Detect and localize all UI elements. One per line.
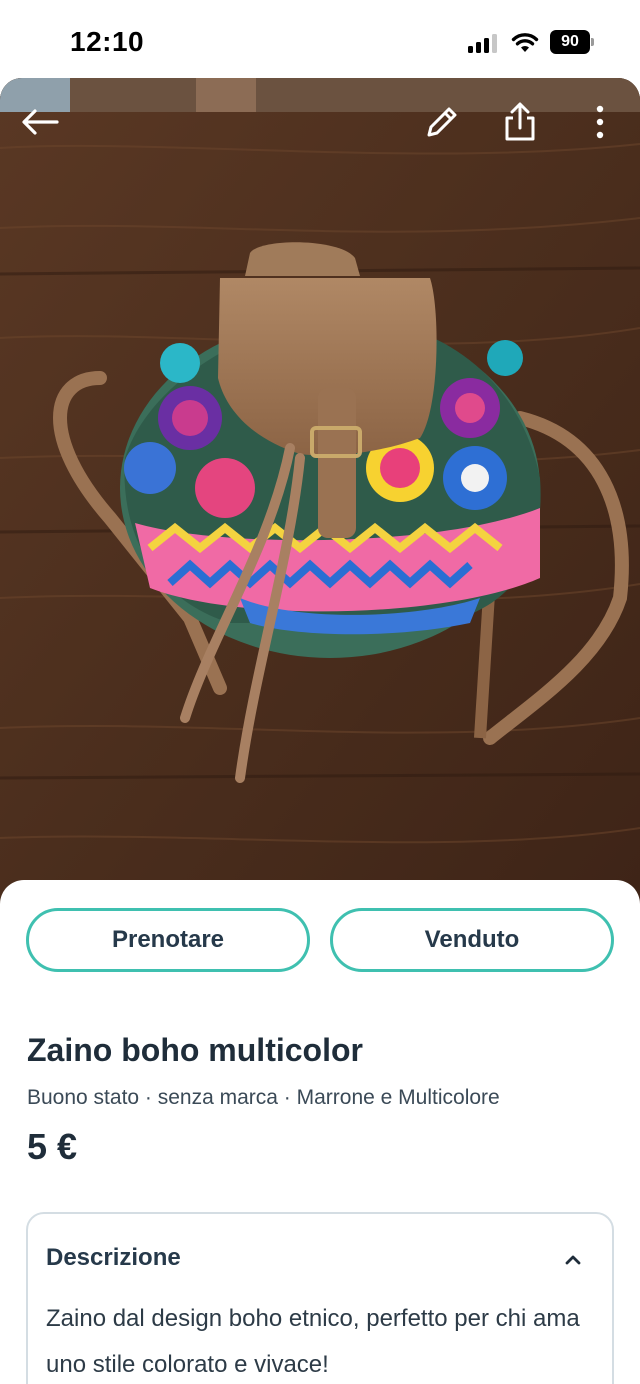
share-icon[interactable]	[496, 98, 544, 146]
signal-icon	[468, 33, 498, 53]
description-heading: Descrizione	[46, 1244, 181, 1271]
backpack-image	[0, 78, 640, 908]
more-vertical-icon[interactable]	[576, 98, 624, 146]
listing-price: 5 €	[27, 1126, 78, 1167]
battery-level: 90	[550, 30, 590, 54]
reserve-button[interactable]: Prenotare	[26, 908, 310, 972]
listing-details: Buono stato · senza marca · Marrone e Mu…	[27, 1086, 500, 1109]
status-time: 12:10	[70, 26, 145, 57]
wifi-icon	[510, 30, 540, 54]
product-photo[interactable]	[0, 78, 640, 908]
chevron-up-icon[interactable]	[560, 1247, 586, 1273]
back-arrow-icon[interactable]	[16, 98, 64, 146]
sold-button[interactable]: Venduto	[330, 908, 614, 972]
edit-pencil-icon[interactable]	[418, 98, 466, 146]
status-bar: 12:10 90	[0, 0, 640, 80]
listing-title: Zaino boho multicolor	[27, 1032, 363, 1068]
description-text: Zaino dal design boho etnico, perfetto p…	[46, 1305, 580, 1378]
battery-icon: 90	[550, 30, 594, 54]
